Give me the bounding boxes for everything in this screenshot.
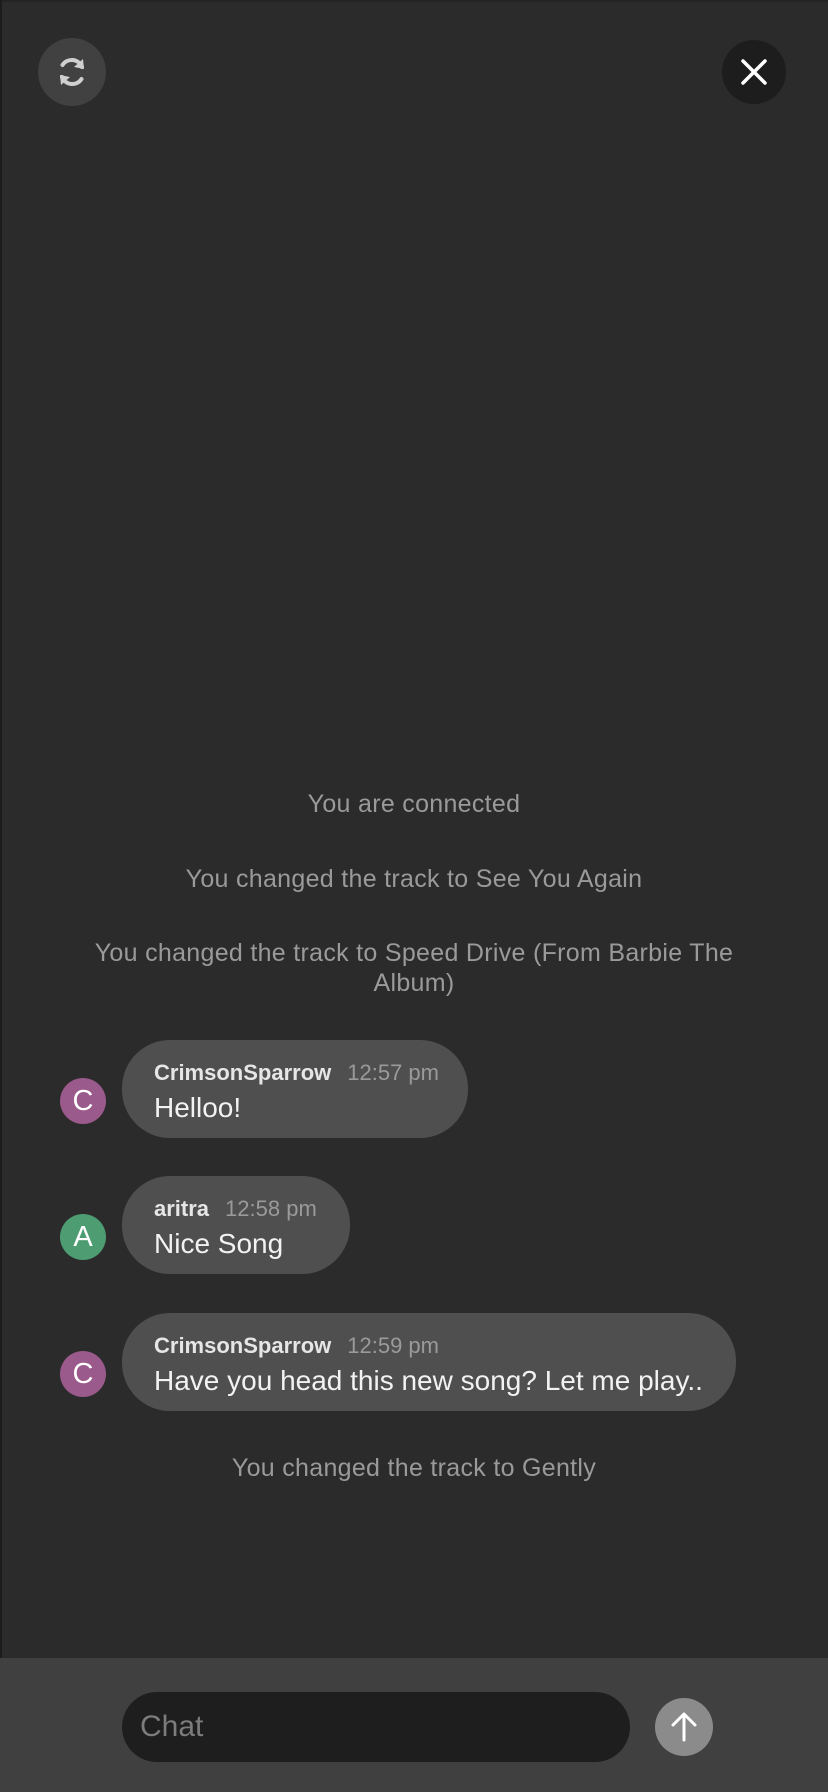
message-text: Helloo! <box>154 1092 242 1123</box>
message-time: 12:59 pm <box>347 1333 439 1358</box>
message-text: Have you head this new song? Let me play… <box>154 1365 703 1396</box>
system-message: You are connected <box>307 790 521 818</box>
message-time: 12:58 pm <box>225 1196 317 1221</box>
sender-name: CrimsonSparrow <box>154 1333 332 1358</box>
message-list: You are connected You changed the track … <box>0 0 828 1658</box>
message-bubble: CrimsonSparrow 12:59 pm Have you head th… <box>122 1313 736 1411</box>
system-message: You changed the track to Gently <box>231 1454 597 1482</box>
system-message: You changed the track to See You Again <box>185 865 643 893</box>
chat-screen: You are connected You changed the track … <box>0 0 828 1792</box>
send-button[interactable] <box>655 1698 713 1756</box>
system-message: You changed the track to Speed Drive (Fr… <box>94 939 734 997</box>
message-header: CrimsonSparrow 12:57 pm <box>154 1060 439 1086</box>
avatar: C <box>60 1078 106 1124</box>
avatar: A <box>60 1214 106 1260</box>
sender-name: CrimsonSparrow <box>154 1060 332 1085</box>
arrow-up-icon <box>671 1712 697 1742</box>
message-header: aritra 12:58 pm <box>154 1196 318 1222</box>
chat-composer <box>0 1658 828 1792</box>
message-header: CrimsonSparrow 12:59 pm <box>154 1333 704 1359</box>
message-time: 12:57 pm <box>347 1060 439 1085</box>
message-bubble: aritra 12:58 pm Nice Song <box>122 1176 350 1274</box>
message-text: Nice Song <box>154 1228 284 1259</box>
chat-input[interactable] <box>122 1692 630 1762</box>
avatar: C <box>60 1351 106 1397</box>
sender-name: aritra <box>154 1196 210 1221</box>
message-bubble: CrimsonSparrow 12:57 pm Helloo! <box>122 1040 468 1138</box>
